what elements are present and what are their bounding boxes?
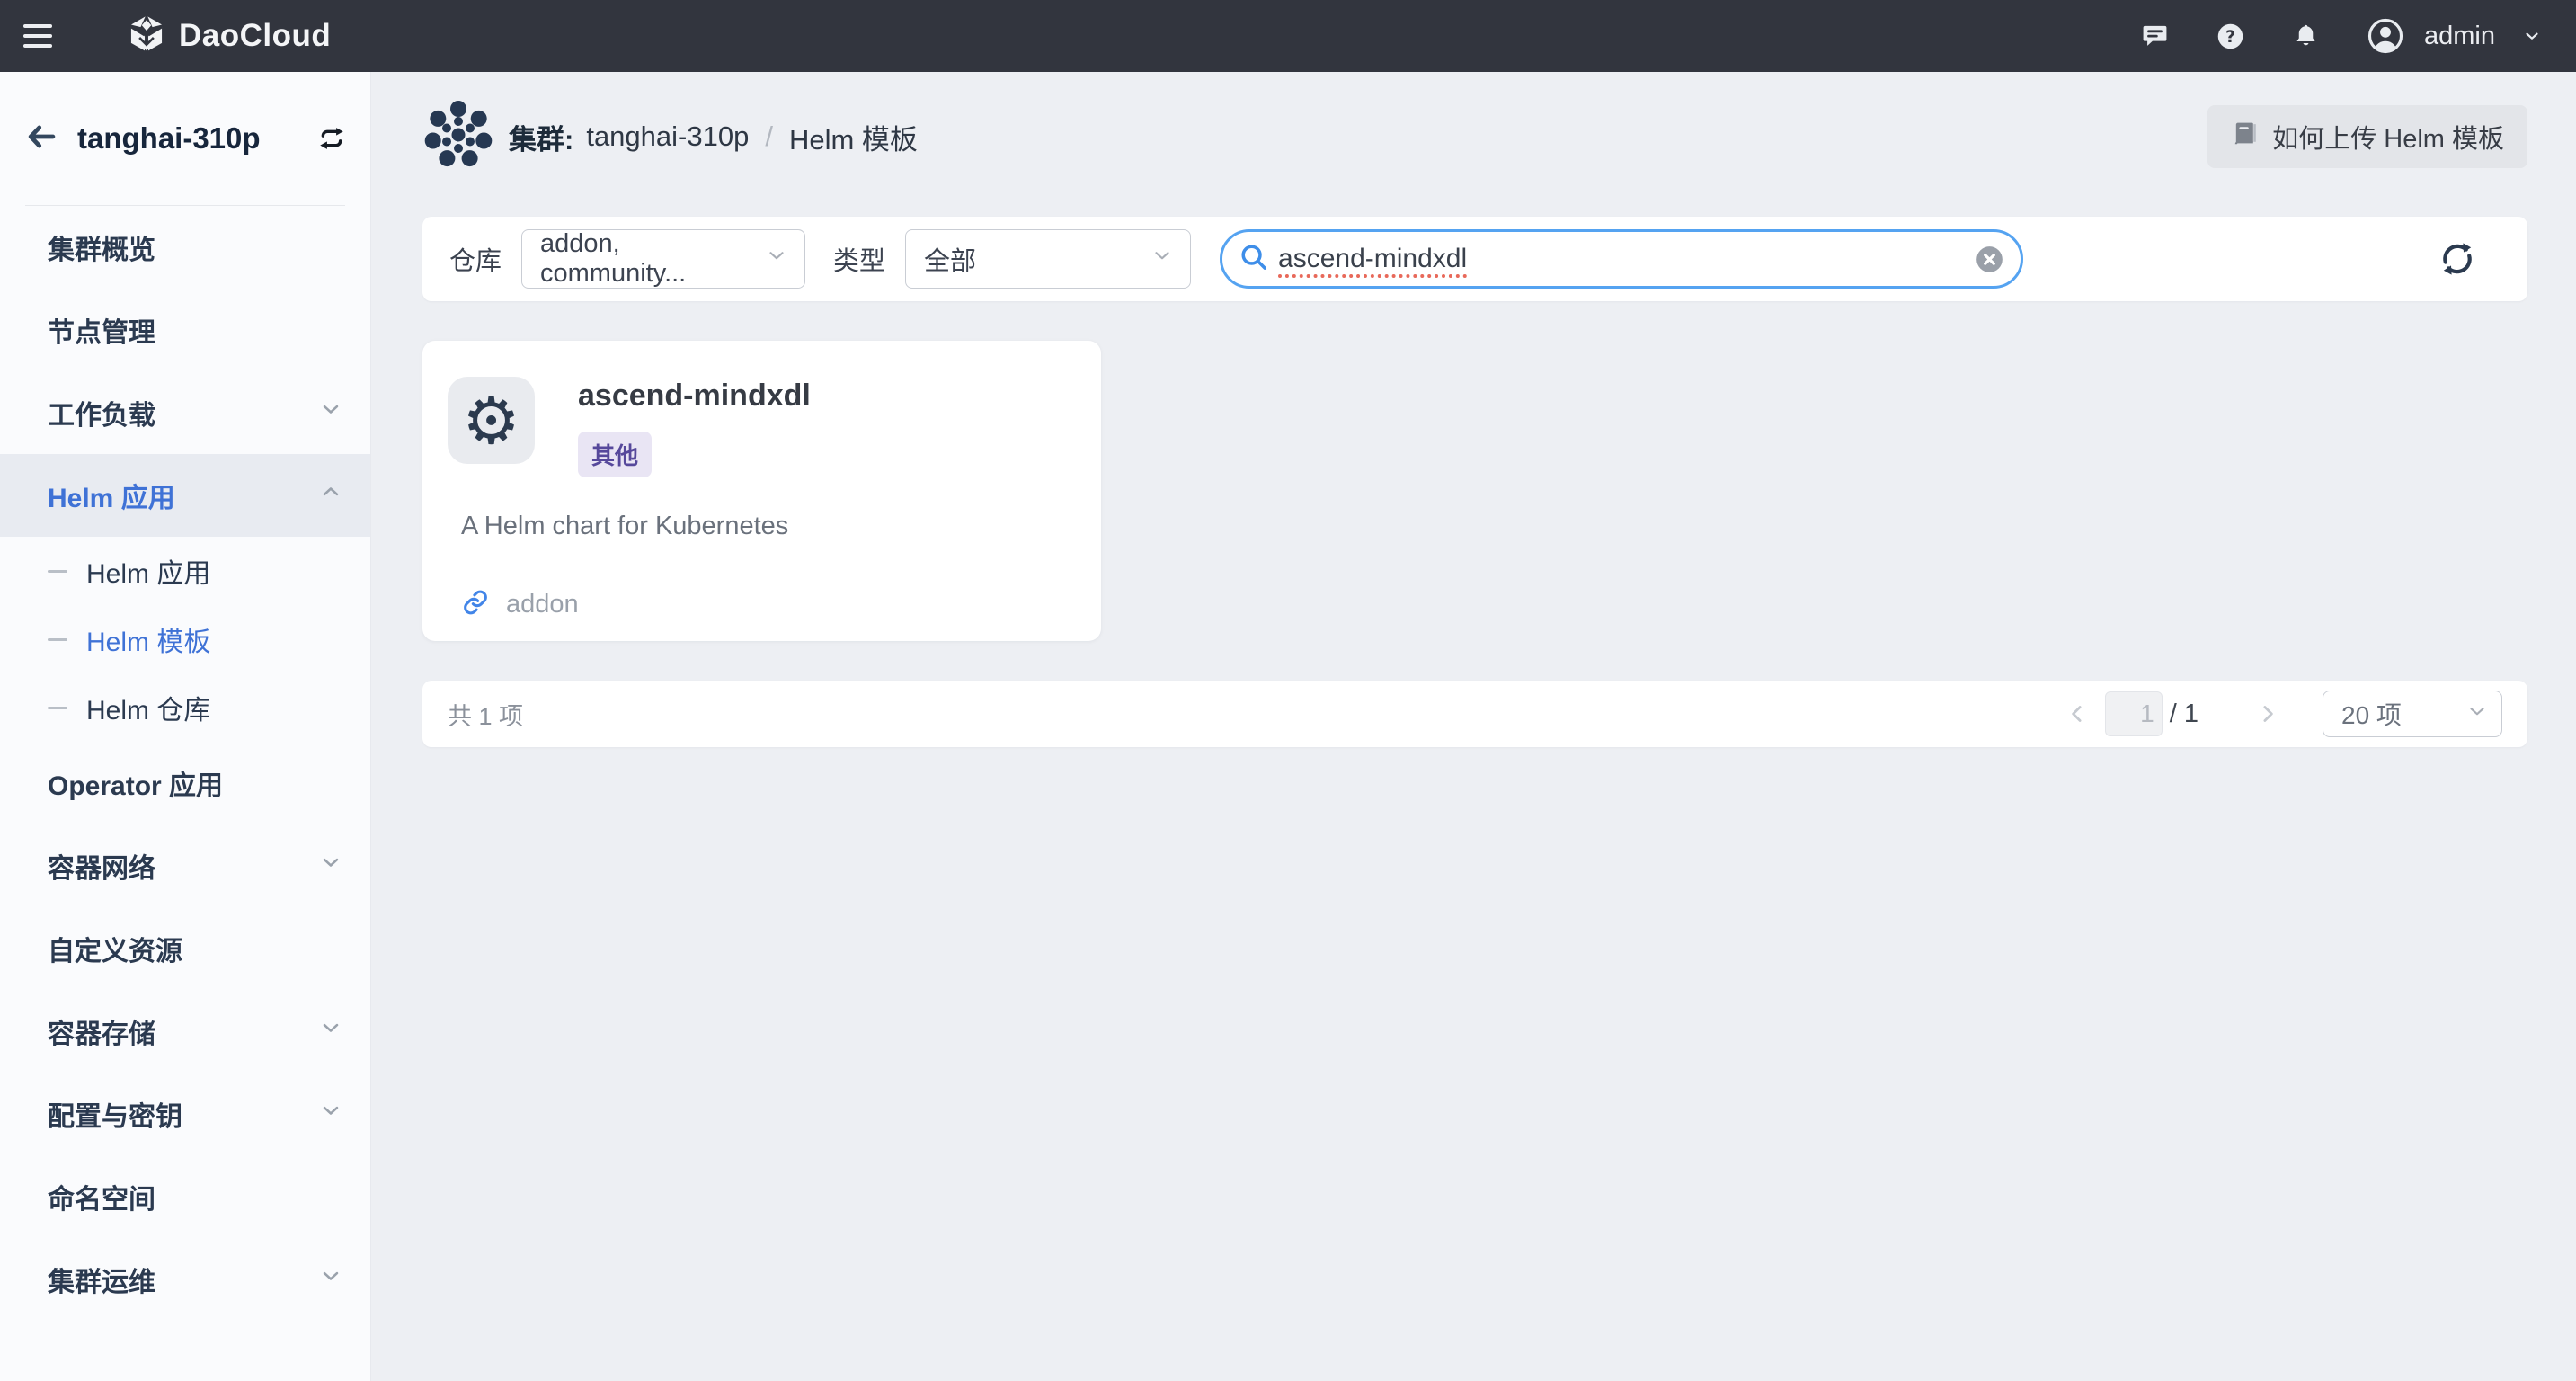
chevron-up-icon (318, 479, 343, 512)
sidebar-item-helm-repos[interactable]: Helm 仓库 (0, 673, 370, 742)
sidebar-item-operator-apps[interactable]: Operator 应用 (0, 742, 370, 824)
book-icon (2231, 120, 2259, 153)
sidebar-item-config-secrets[interactable]: 配置与密钥 (0, 1073, 370, 1155)
sidebar-item-workloads[interactable]: 工作负载 (0, 371, 370, 454)
chart-description: A Helm chart for Kubernetes (461, 512, 789, 540)
sidebar-item-cluster-overview[interactable]: 集群概览 (0, 206, 370, 289)
chevron-down-icon[interactable] (2522, 26, 2542, 46)
breadcrumb-page: Helm 模板 (788, 123, 918, 156)
link-icon (461, 588, 490, 621)
cluster-dots-icon (422, 99, 494, 175)
back-icon[interactable] (25, 120, 58, 157)
pagination-bar: 共 1 项 1 / 1 20 项 (422, 681, 2527, 747)
chevron-down-icon (318, 1015, 343, 1047)
type-select[interactable]: 全部 (905, 229, 1192, 289)
brand-logo[interactable]: DaoCloud (128, 13, 331, 59)
sidebar: tanghai-310p 集群概览 节点管理 工作负载 Helm 应用 Helm… (0, 72, 371, 1381)
chevron-down-icon (318, 1263, 343, 1296)
user-name[interactable]: admin (2424, 22, 2495, 51)
gear-icon: ⚙ (462, 382, 520, 459)
user-avatar-icon[interactable] (2367, 17, 2404, 55)
chevron-down-icon (1150, 244, 1174, 274)
repo-select[interactable]: addon, community... (521, 229, 806, 289)
repo-filter-label: 仓库 (449, 247, 502, 276)
chevron-down-icon (2465, 699, 2489, 729)
search-input[interactable]: ascend-mindxdl (1220, 229, 2024, 289)
chart-category-badge: 其他 (578, 432, 653, 477)
brand-name: DaoCloud (179, 18, 332, 53)
how-to-upload-button[interactable]: 如何上传 Helm 模板 (2207, 105, 2527, 168)
search-query-text: ascend-mindxdl (1278, 244, 1468, 273)
sidebar-item-helm-templates[interactable]: Helm 模板 (0, 605, 370, 673)
page-count: / 1 (2169, 699, 2198, 728)
chart-repo-name: addon (506, 590, 579, 619)
sidebar-item-custom-resources[interactable]: 自定义资源 (0, 907, 370, 990)
main-content: 集群: tanghai-310p / Helm 模板 如何上传 Helm 模板 … (371, 72, 2576, 1381)
how-to-upload-label: 如何上传 Helm 模板 (2272, 125, 2504, 154)
page-size-select[interactable]: 20 项 (2323, 690, 2502, 737)
page-number-input[interactable]: 1 (2104, 691, 2163, 736)
chevron-down-icon (318, 396, 343, 429)
breadcrumb-cluster-label: 集群: (509, 123, 574, 156)
clear-icon[interactable] (1973, 243, 2006, 276)
dash-icon (48, 569, 67, 573)
dash-icon (48, 637, 67, 641)
dash-icon (48, 706, 67, 709)
type-filter-label: 类型 (833, 247, 886, 276)
bell-icon[interactable] (2292, 22, 2320, 50)
breadcrumb-cluster-name[interactable]: tanghai-310p (586, 120, 749, 153)
top-bar: DaoCloud ? admin (0, 0, 2576, 72)
filter-bar: 仓库 addon, community... 类型 全部 ascend-mind… (422, 217, 2527, 301)
daocloud-cube-icon (128, 13, 165, 59)
help-icon[interactable]: ? (2216, 22, 2245, 51)
sidebar-item-cluster-ops[interactable]: 集群运维 (0, 1238, 370, 1321)
svg-text:?: ? (2225, 27, 2235, 46)
message-icon[interactable] (2141, 22, 2169, 50)
total-count: 共 1 项 (448, 702, 524, 730)
sidebar-item-namespaces[interactable]: 命名空间 (0, 1155, 370, 1238)
search-icon (1239, 242, 1269, 277)
sidebar-cluster-name: tanghai-310p (77, 121, 261, 155)
breadcrumb-separator: / (765, 120, 773, 152)
chevron-down-icon (318, 850, 343, 882)
chevron-down-icon (765, 244, 788, 274)
next-page-icon[interactable] (2254, 700, 2281, 727)
sidebar-item-node-management[interactable]: 节点管理 (0, 289, 370, 371)
chart-icon-container: ⚙ (448, 377, 535, 464)
chevron-down-icon (318, 1098, 343, 1130)
chart-title: ascend-mindxdl (578, 379, 811, 413)
prev-page-icon[interactable] (2064, 700, 2091, 727)
sidebar-item-container-storage[interactable]: 容器存储 (0, 990, 370, 1073)
sidebar-item-helm-apps[interactable]: Helm 应用 (0, 537, 370, 605)
swap-cluster-icon[interactable] (316, 123, 347, 154)
refresh-icon[interactable] (2436, 237, 2479, 281)
sidebar-item-container-network[interactable]: 容器网络 (0, 824, 370, 907)
menu-icon[interactable] (23, 24, 52, 48)
helm-template-card[interactable]: ⚙ ascend-mindxdl 其他 A Helm chart for Kub… (422, 341, 1101, 641)
sidebar-item-helm-apps-group[interactable]: Helm 应用 (0, 454, 370, 537)
